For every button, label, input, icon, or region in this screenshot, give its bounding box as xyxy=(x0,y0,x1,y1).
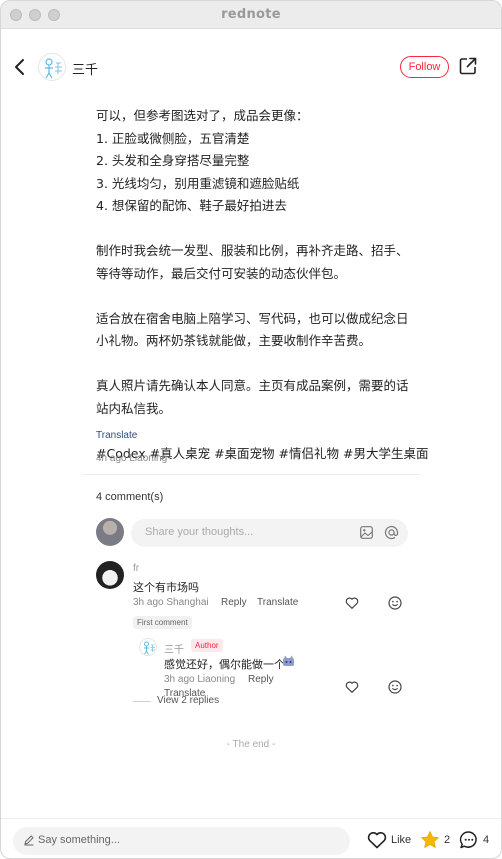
post-line: 真人照片请先确认本人同意。主页有成品案例，需要的话 xyxy=(96,378,409,393)
post-line: 制作时我会统一发型、服装和比例，再补齐走路、招手、 xyxy=(96,243,409,258)
reply-text: 感觉还好，偶尔能做一个 xyxy=(164,658,285,671)
post-meta: 4h ago Liaoning xyxy=(96,453,168,464)
reply-meta: 3h ago Liaoning xyxy=(164,674,236,685)
post-line: 小礼物。两杯奶茶钱就能做，主要收制作辛苦费。 xyxy=(96,333,372,348)
comment-count-label: 4 comment(s) xyxy=(96,491,164,503)
back-arrow-icon[interactable] xyxy=(13,57,27,77)
post-line: 可以，但参考图选对了，成品会更像： xyxy=(96,108,309,123)
stick-figure-icon xyxy=(144,641,155,655)
title-bar: rednote xyxy=(1,1,501,29)
emoji-icon[interactable] xyxy=(388,680,402,694)
star-icon[interactable] xyxy=(420,830,440,850)
author-avatar[interactable] xyxy=(38,53,66,81)
post-line: 4. 想保留的配饰、鞋子最好拍进去 xyxy=(96,198,287,213)
current-user-avatar xyxy=(96,518,124,546)
app-window: rednote 三千 Follow 可以，但参考图选对了，成品会更像： 1. 正… xyxy=(0,0,502,859)
comment-count: 4 xyxy=(483,834,490,846)
like-label[interactable]: Like xyxy=(391,834,411,846)
comment-input[interactable]: Share your thoughts... xyxy=(131,519,408,547)
translate-post-link[interactable]: Translate xyxy=(96,430,137,441)
end-of-comments-label: - The end - xyxy=(226,739,276,750)
first-comment-badge: First comment xyxy=(133,616,192,629)
comment-input-placeholder: Share your thoughts... xyxy=(145,526,254,538)
post-line: 1. 正脸或微侧脸，五官清楚 xyxy=(96,130,250,146)
divider xyxy=(83,474,420,475)
window-title: rednote xyxy=(221,7,281,22)
heart-icon[interactable] xyxy=(345,596,359,610)
post-line: 适合放在宿舍电脑上陪学习、写代码，也可以做成纪念日 xyxy=(96,310,409,326)
comment-text: 这个有市场吗 xyxy=(133,581,199,594)
star-count: 2 xyxy=(444,834,451,846)
reply-reply-button[interactable]: Reply xyxy=(248,674,274,685)
mention-icon[interactable] xyxy=(384,525,399,540)
commenter-name[interactable]: fr xyxy=(133,563,139,574)
author-badge: Author xyxy=(191,639,223,652)
comment-reply-button[interactable]: Reply xyxy=(221,597,247,608)
reply-author-name[interactable]: 三千 xyxy=(164,641,184,656)
say-something-input[interactable]: Say something... xyxy=(13,827,350,855)
stick-figure-icon xyxy=(45,58,62,79)
say-something-placeholder: Say something... xyxy=(38,834,120,846)
pencil-icon xyxy=(24,835,34,846)
divider xyxy=(1,818,501,819)
comment-translate-button[interactable]: Translate xyxy=(257,597,298,608)
comment-meta: 3h ago Shanghai xyxy=(133,597,209,608)
author-name[interactable]: 三千 xyxy=(72,59,98,78)
post-body: 可以，但参考图选对了，成品会更像： 1. 正脸或微侧脸，五官清楚 2. 头发和全… xyxy=(96,105,428,465)
commenter-avatar[interactable] xyxy=(96,561,124,589)
post-line: 站内私信我。 xyxy=(96,400,172,416)
share-icon[interactable] xyxy=(459,57,477,75)
reply-author-avatar[interactable] xyxy=(139,638,157,656)
emoji-icon[interactable] xyxy=(388,596,402,610)
heart-icon[interactable] xyxy=(345,680,359,694)
view-replies-divider xyxy=(133,701,151,702)
post-line: 3. 光线均匀，别用重滤镜和遮脸贴纸 xyxy=(96,175,300,191)
post-line: 等待等动作，最后交付可安装的动态伙伴包。 xyxy=(96,265,347,281)
cat-emoji-icon xyxy=(283,655,294,666)
follow-button[interactable]: Follow xyxy=(400,56,449,78)
comment-bubble-icon[interactable] xyxy=(459,830,479,850)
post-line: 2. 头发和全身穿搭尽量完整 xyxy=(96,153,250,168)
like-heart-icon[interactable] xyxy=(367,831,387,849)
image-icon[interactable] xyxy=(360,526,373,539)
view-replies-button[interactable]: View 2 replies xyxy=(157,695,219,706)
